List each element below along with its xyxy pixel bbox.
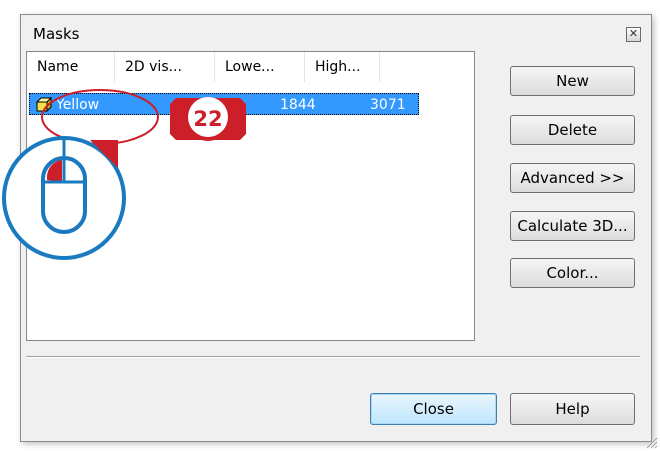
close-button[interactable]: Close [370,393,497,425]
step-number: 22 [193,107,223,131]
mask-higher-value: 3071 [370,97,406,113]
color-button[interactable]: Color... [510,258,635,288]
help-button[interactable]: Help [510,393,635,425]
calculate-3d-button[interactable]: Calculate 3D... [510,211,635,241]
column-header-name[interactable]: Name [27,52,115,82]
new-button[interactable]: New [510,66,635,96]
list-header: Name 2D vis... Lowe... High... [27,52,474,82]
close-icon[interactable]: ✕ [626,27,641,42]
column-header-higher[interactable]: High... [305,52,380,82]
resize-grip-icon[interactable] [644,435,658,449]
title-bar: Masks ✕ [21,15,651,51]
window-title: Masks [33,25,80,43]
column-header-2d-visible[interactable]: 2D vis... [115,52,215,82]
delete-button[interactable]: Delete [510,115,635,145]
mask-name: Yellow [56,97,100,113]
mask-list[interactable]: Name 2D vis... Lowe... High... Yellow 18… [26,51,475,341]
advanced-button[interactable]: Advanced >> [510,163,635,193]
separator [26,356,640,358]
mask-lower-value: 1844 [280,97,316,113]
column-header-lower[interactable]: Lowe... [215,52,305,82]
yellow-cube-icon [36,97,52,112]
